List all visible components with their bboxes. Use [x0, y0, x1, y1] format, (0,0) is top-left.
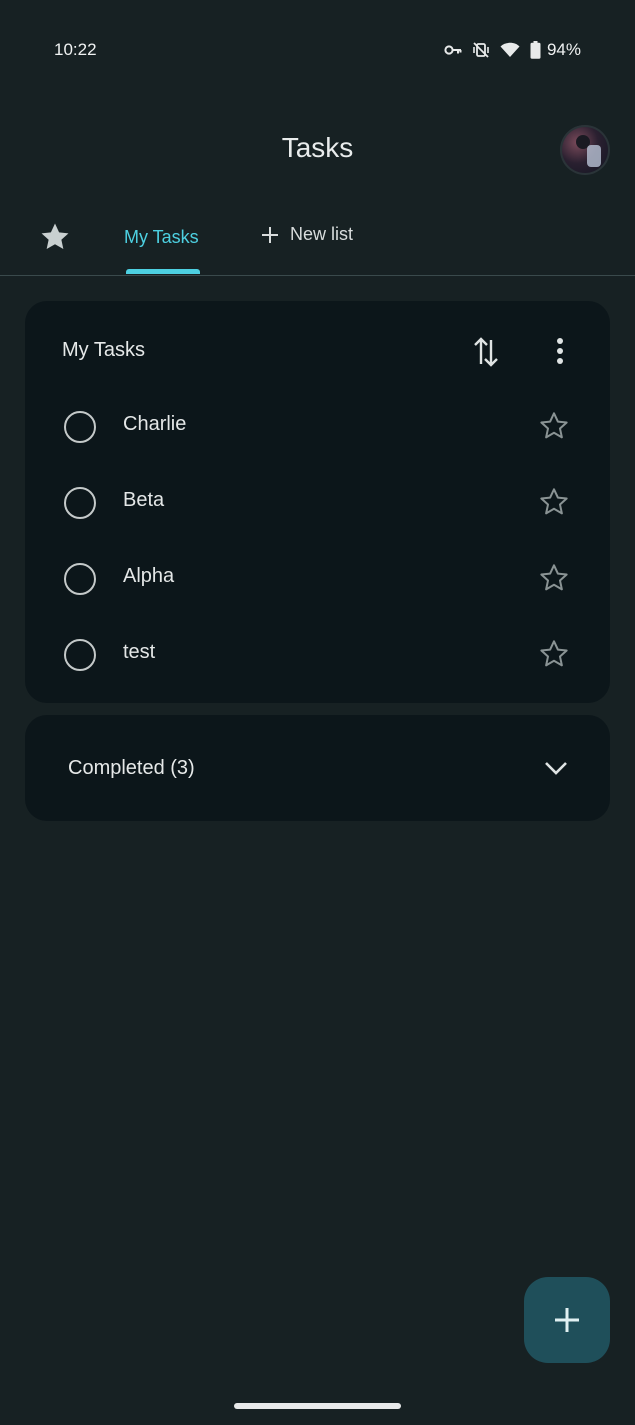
- task-list-title: My Tasks: [62, 339, 145, 361]
- sort-icon: [474, 337, 498, 367]
- task-list-card: My Tasks Charlie Beta Alpha test: [25, 301, 610, 703]
- avatar-highlight: [587, 145, 601, 167]
- task-row[interactable]: Beta: [25, 464, 610, 540]
- page-title: Tasks: [281, 132, 354, 163]
- avatar[interactable]: [560, 125, 610, 175]
- battery-icon: [530, 41, 541, 59]
- task-checkbox[interactable]: [64, 487, 96, 519]
- task-row[interactable]: test: [25, 616, 610, 692]
- task-row[interactable]: Charlie: [25, 388, 610, 464]
- task-checkbox[interactable]: [64, 639, 96, 671]
- star-outline-icon[interactable]: [538, 562, 570, 599]
- home-indicator[interactable]: [234, 1403, 401, 1409]
- list-tabs: My Tasks New list: [0, 200, 635, 276]
- vpn-key-icon: [444, 44, 462, 56]
- more-vert-icon: [557, 338, 563, 364]
- chevron-down-icon[interactable]: [543, 757, 569, 784]
- vibrate-off-icon: [472, 41, 490, 59]
- task-title: Beta: [123, 489, 165, 511]
- task-title: Charlie: [123, 413, 187, 435]
- task-checkbox[interactable]: [64, 563, 96, 595]
- plus-icon: [555, 1308, 579, 1332]
- tab-new-list[interactable]: New list: [260, 224, 353, 245]
- status-bar: 10:22 94%: [0, 0, 635, 100]
- star-outline-icon[interactable]: [538, 638, 570, 675]
- battery-percent: 94%: [546, 40, 581, 59]
- completed-section[interactable]: Completed (3): [25, 715, 610, 821]
- star-outline-icon[interactable]: [538, 410, 570, 447]
- tab-active-indicator: [126, 269, 200, 274]
- tab-my-tasks[interactable]: My Tasks: [124, 227, 199, 248]
- new-list-label: New list: [290, 224, 354, 244]
- task-checkbox[interactable]: [64, 411, 96, 443]
- task-title: Alpha: [123, 565, 175, 587]
- wifi-icon: [500, 42, 520, 58]
- tab-starred[interactable]: [38, 220, 72, 259]
- task-row[interactable]: Alpha: [25, 540, 610, 616]
- star-outline-icon[interactable]: [538, 486, 570, 523]
- sort-button[interactable]: [471, 334, 501, 370]
- more-options-button[interactable]: [549, 337, 571, 367]
- plus-icon: [262, 226, 278, 243]
- star-filled-icon: [41, 223, 69, 250]
- add-task-button[interactable]: [524, 1277, 610, 1363]
- status-icons: 94%: [444, 40, 581, 60]
- task-title: test: [123, 641, 156, 663]
- completed-label: Completed (3): [68, 757, 195, 779]
- status-time: 10:22: [54, 40, 97, 59]
